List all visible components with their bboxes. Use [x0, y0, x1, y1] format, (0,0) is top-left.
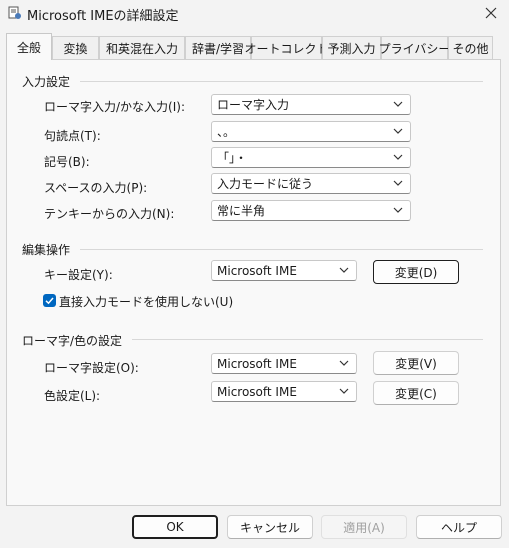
key-settings-label: キー設定(Y):: [44, 268, 113, 282]
ok-button[interactable]: OK: [132, 515, 218, 539]
tenkey-label: テンキーからの入力(N):: [44, 207, 175, 221]
punctuation-value: 、。: [217, 125, 236, 139]
chevron-down-icon: [339, 360, 349, 366]
chevron-down-icon: [393, 128, 403, 134]
key-settings-select[interactable]: Microsoft IME: [211, 260, 357, 281]
section-divider: [80, 249, 483, 250]
section-title-editing: 編集操作: [22, 241, 71, 258]
color-settings-label: 色設定(L):: [44, 389, 101, 403]
chevron-down-icon: [339, 267, 349, 273]
space-input-label: スペースの入力(P):: [44, 181, 148, 195]
section-title-input: 入力設定: [22, 73, 71, 90]
punctuation-label: 句読点(T):: [44, 129, 101, 143]
color-change-button[interactable]: 変更(C): [373, 381, 459, 405]
section-divider: [80, 81, 483, 82]
tab-autocorrect[interactable]: オートコレクト: [245, 36, 329, 59]
apply-button[interactable]: 適用(A): [321, 515, 407, 539]
romaji-kana-select[interactable]: ローマ字入力: [211, 94, 411, 115]
no-direct-input-checkbox[interactable]: [43, 294, 56, 307]
symbol-value: 「」・: [217, 151, 248, 165]
no-direct-input-label[interactable]: 直接入力モードを使用しない(U): [59, 293, 233, 310]
section-title-romaji-color: ローマ字/色の設定: [22, 332, 123, 349]
chevron-down-icon: [393, 207, 403, 213]
tab-mixed-input[interactable]: 和英混在入力: [99, 36, 185, 59]
space-input-value: 入力モードに従う: [217, 177, 314, 191]
chevron-down-icon: [339, 388, 349, 394]
help-button[interactable]: ヘルプ: [416, 515, 502, 539]
symbol-label: 記号(B):: [44, 155, 90, 169]
key-settings-change-button[interactable]: 変更(D): [373, 260, 459, 284]
ime-settings-icon: [8, 6, 22, 20]
section-divider: [132, 339, 483, 340]
tab-dictionary[interactable]: 辞書/学習: [185, 36, 251, 59]
punctuation-select[interactable]: 、。: [211, 121, 411, 142]
tab-prediction[interactable]: 予測入力: [322, 36, 381, 59]
symbol-select[interactable]: 「」・: [211, 147, 411, 168]
chevron-down-icon: [393, 101, 403, 107]
romaji-kana-value: ローマ字入力: [217, 98, 290, 112]
romaji-settings-label: ローマ字設定(O):: [44, 361, 139, 375]
color-settings-value: Microsoft IME: [217, 384, 297, 399]
space-input-select[interactable]: 入力モードに従う: [211, 173, 411, 194]
chevron-down-icon: [393, 154, 403, 160]
checkmark-icon: [45, 297, 54, 305]
romaji-settings-select[interactable]: Microsoft IME: [211, 353, 357, 374]
tenkey-select[interactable]: 常に半角: [211, 200, 411, 221]
tenkey-value: 常に半角: [217, 204, 266, 218]
tab-other[interactable]: その他: [448, 36, 493, 59]
tab-conversion[interactable]: 変換: [52, 36, 99, 59]
cancel-button[interactable]: キャンセル: [227, 515, 313, 539]
romaji-kana-label: ローマ字入力/かな入力(I):: [44, 100, 185, 114]
key-settings-value: Microsoft IME: [217, 263, 297, 278]
chevron-down-icon: [393, 180, 403, 186]
color-settings-select[interactable]: Microsoft IME: [211, 381, 357, 402]
tab-general[interactable]: 全般: [6, 33, 52, 60]
window-title: Microsoft IMEの詳細設定: [27, 9, 179, 24]
tab-privacy[interactable]: プライバシー: [379, 36, 450, 59]
close-icon[interactable]: [472, 0, 509, 26]
romaji-change-button[interactable]: 変更(V): [373, 351, 459, 375]
romaji-settings-value: Microsoft IME: [217, 356, 297, 371]
